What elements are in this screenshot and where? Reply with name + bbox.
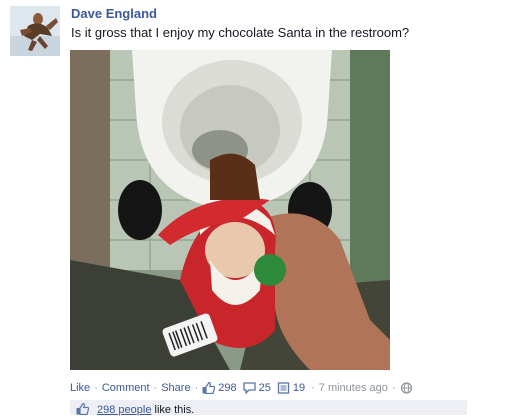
post-photo[interactable] bbox=[70, 50, 390, 370]
author-avatar[interactable] bbox=[10, 6, 60, 56]
comment-link[interactable]: Comment bbox=[102, 382, 150, 394]
thumbs-up-icon bbox=[202, 382, 216, 394]
like-count[interactable]: 298 bbox=[218, 382, 236, 394]
separator: · bbox=[391, 382, 396, 394]
thumbs-up-icon bbox=[76, 403, 89, 415]
separator: · bbox=[94, 382, 98, 394]
likes-summary-rest: like this. bbox=[151, 404, 195, 416]
separator: · bbox=[194, 382, 199, 394]
like-link[interactable]: Like bbox=[70, 382, 90, 394]
comment-count[interactable]: 25 bbox=[259, 382, 271, 394]
share-icon bbox=[277, 382, 290, 394]
separator: · bbox=[153, 382, 158, 394]
globe-icon[interactable] bbox=[400, 382, 413, 394]
share-link[interactable]: Share bbox=[161, 382, 190, 394]
timestamp[interactable]: 7 minutes ago bbox=[319, 382, 388, 394]
chocolate-santa-photo bbox=[70, 50, 390, 370]
avatar-image bbox=[10, 6, 60, 56]
likes-people-link[interactable]: 298 people bbox=[97, 404, 151, 416]
likes-summary-text: 298 people like this. bbox=[97, 404, 194, 416]
separator: · bbox=[311, 382, 315, 394]
share-count[interactable]: 19 bbox=[293, 382, 305, 394]
post-status-text: Is it gross that I enjoy my chocolate Sa… bbox=[71, 25, 410, 40]
likes-summary-bar: 298 people like this. bbox=[70, 400, 467, 416]
comment-icon bbox=[242, 382, 256, 394]
post-action-bar: Like · Comment · Share · 298 25 19 · 7 m… bbox=[70, 382, 413, 394]
post-author-name[interactable]: Dave England bbox=[71, 6, 157, 21]
